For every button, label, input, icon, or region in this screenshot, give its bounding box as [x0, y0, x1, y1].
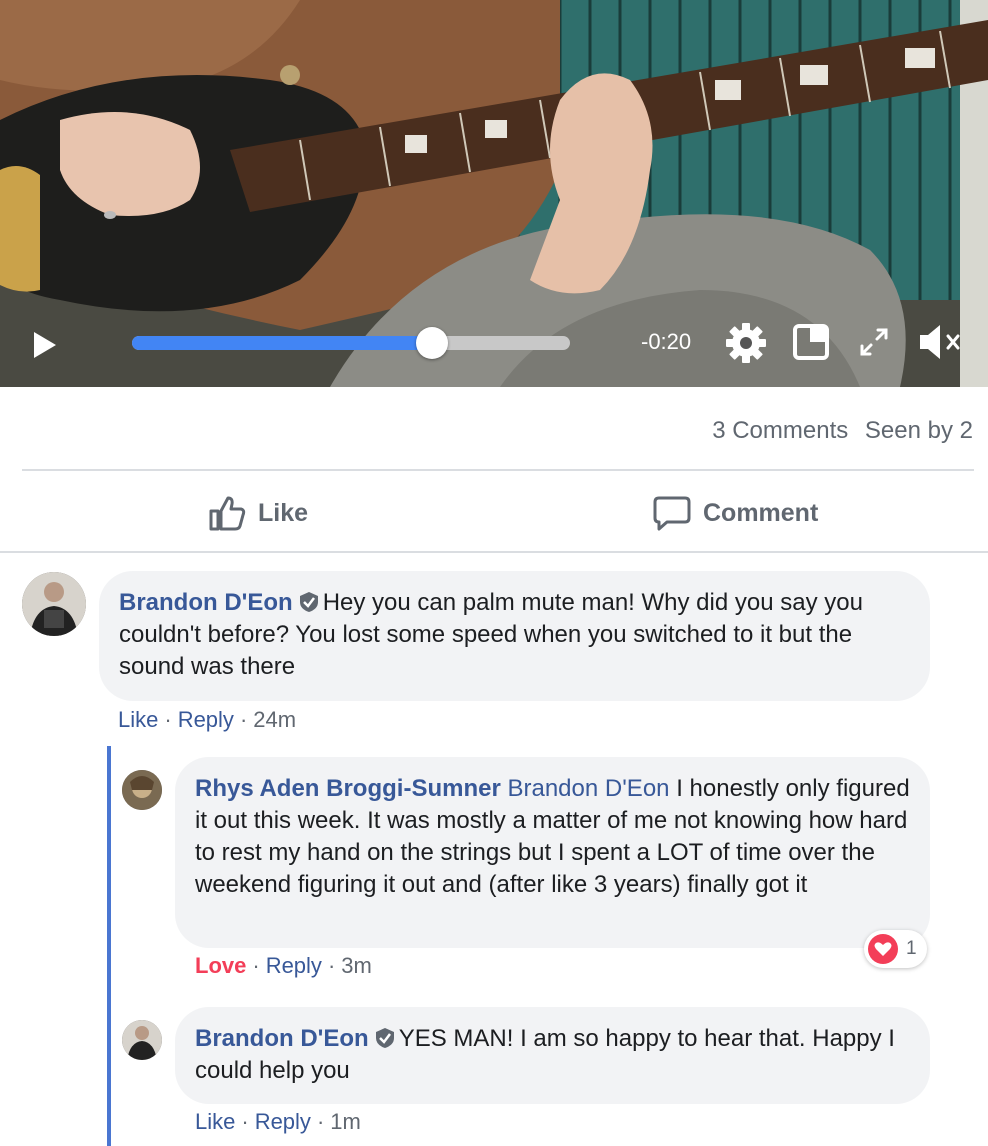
heart-icon: [868, 934, 898, 964]
comments-count[interactable]: 3 Comments: [712, 417, 848, 444]
mention-link[interactable]: Brandon D'Eon: [507, 775, 669, 802]
play-icon[interactable]: [30, 330, 60, 360]
video-controls: -0:20: [0, 0, 988, 387]
avatar-image: [22, 572, 86, 636]
post-actions: Like Comment: [0, 487, 988, 539]
avatar-image: [122, 1020, 162, 1060]
reply-link[interactable]: Reply: [266, 953, 322, 978]
divider: [22, 469, 974, 471]
like-label: Like: [258, 498, 309, 527]
like-link[interactable]: Like: [195, 1109, 235, 1134]
seen-by[interactable]: Seen by 2: [865, 417, 973, 444]
comment-time[interactable]: 3m: [341, 953, 372, 978]
popout-icon[interactable]: [793, 324, 829, 360]
thumbs-up-icon: [209, 496, 246, 531]
divider: [0, 551, 988, 553]
avatar[interactable]: [122, 770, 162, 810]
progress-knob[interactable]: [416, 327, 449, 359]
comment-meta: Like · Reply · 1m: [195, 1109, 361, 1134]
comment-time[interactable]: 1m: [330, 1109, 361, 1134]
progress-fill: [132, 336, 433, 350]
comment-icon: [653, 496, 691, 531]
mute-icon[interactable]: [918, 322, 962, 362]
expand-icon[interactable]: [858, 326, 890, 358]
love-link[interactable]: Love: [195, 953, 246, 978]
comment-author[interactable]: Brandon D'Eon: [195, 1025, 369, 1052]
like-link[interactable]: Like: [118, 707, 158, 732]
comment-meta: Love · Reply · 3m: [195, 953, 372, 978]
time-remaining: -0:20: [641, 329, 692, 354]
reply-link[interactable]: Reply: [255, 1109, 311, 1134]
comment-author[interactable]: Rhys Aden Broggi-Sumner: [195, 775, 501, 802]
comment-bubble: Brandon D'Eon YES MAN! I am so happy to …: [175, 1007, 930, 1104]
comment-button[interactable]: Comment: [653, 487, 818, 539]
reply-link[interactable]: Reply: [178, 707, 234, 732]
like-button[interactable]: Like: [208, 487, 308, 539]
shield-icon: [375, 1028, 394, 1048]
avatar[interactable]: [122, 1020, 162, 1060]
comment-bubble: Brandon D'Eon Hey you can palm mute man!…: [99, 571, 930, 701]
avatar[interactable]: [22, 572, 86, 636]
comment-time[interactable]: 24m: [253, 707, 296, 732]
progress-bar[interactable]: [132, 327, 570, 359]
comment-meta: Like · Reply · 24m: [118, 707, 297, 732]
video-player[interactable]: -0:20: [0, 0, 988, 387]
comment-bubble: Rhys Aden Broggi-Sumner Brandon D'Eon I …: [175, 757, 930, 948]
gear-icon[interactable]: [725, 322, 767, 364]
reaction-badge[interactable]: 1: [864, 930, 927, 968]
comment-label: Comment: [703, 498, 819, 527]
shield-icon: [299, 592, 318, 612]
reply-thread-line: [107, 746, 111, 1146]
post-stats: 3 Comments Seen by 2: [702, 415, 973, 447]
avatar-image: [122, 770, 162, 810]
comment-author[interactable]: Brandon D'Eon: [119, 589, 293, 616]
reaction-count: 1: [906, 938, 917, 959]
